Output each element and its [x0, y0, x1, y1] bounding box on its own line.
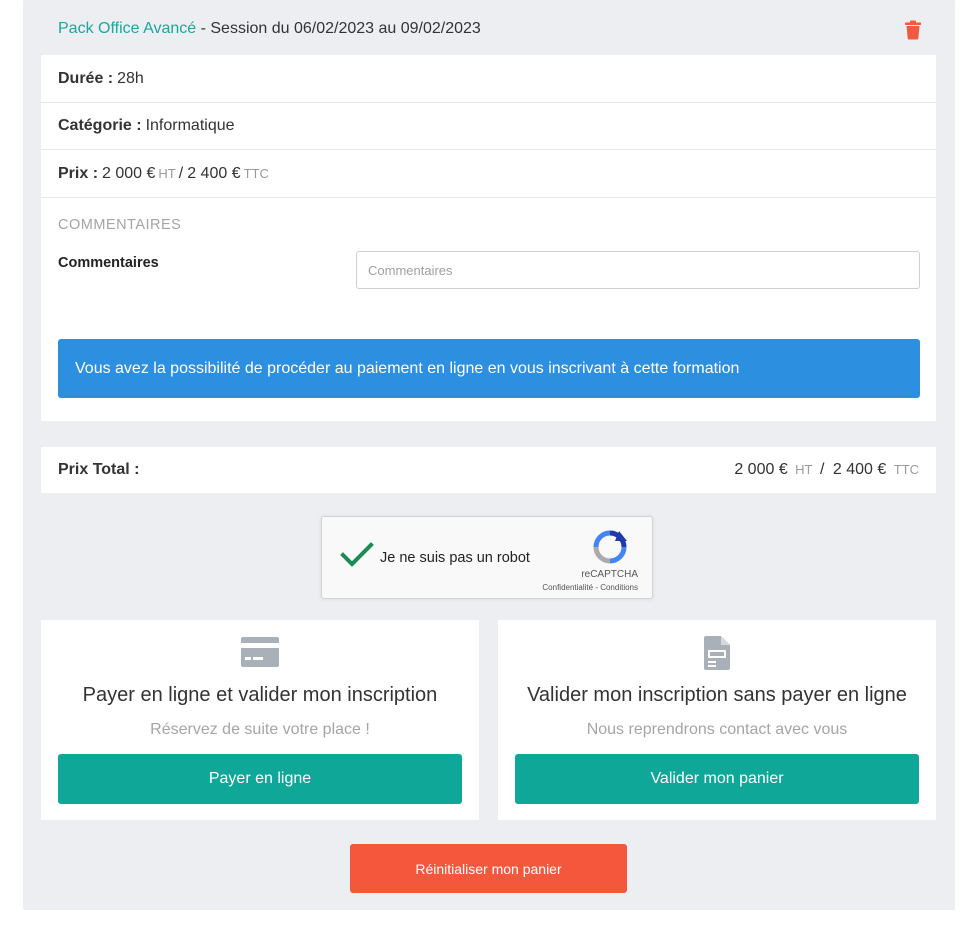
duree-label: Durée :: [58, 69, 114, 87]
pay-online-button[interactable]: Payer en ligne: [58, 754, 462, 804]
recaptcha-logo-icon: [592, 529, 628, 565]
course-name: Pack Office Avancé: [58, 20, 197, 37]
cart-panel: Pack Office Avancé - Session du 06/02/20…: [23, 0, 955, 910]
credit-card-icon: [241, 636, 279, 673]
prix-ht-suffix: HT: [158, 166, 176, 181]
prix-ttc-suffix: TTC: [243, 166, 269, 181]
total-price-bar: Prix Total : 2 000 € HT / 2 400 € TTC: [41, 447, 936, 493]
recaptcha-links[interactable]: Confidentialité - Conditions: [542, 583, 638, 592]
pay-online-option-card: Payer en ligne et valider mon inscriptio…: [41, 620, 479, 820]
prix-separator: /: [178, 164, 184, 182]
validate-cart-option-card: Valider mon inscription sans payer en li…: [498, 620, 936, 820]
pay-online-subtitle: Réservez de suite votre place !: [150, 721, 370, 738]
validate-cart-button[interactable]: Valider mon panier: [515, 754, 919, 804]
duree-value: 28h: [117, 69, 144, 87]
recaptcha-brand: reCAPTCHA: [581, 569, 638, 580]
prix-ht-value: 2 000 €: [102, 164, 156, 182]
total-ht-suffix: HT: [795, 462, 813, 477]
categorie-label: Catégorie :: [58, 116, 142, 134]
document-icon: [704, 636, 730, 675]
online-payment-info-banner: Vous avez la possibilité de procéder au …: [58, 339, 920, 398]
prix-ttc-value: 2 400 €: [187, 164, 241, 182]
checkmark-icon[interactable]: [340, 541, 374, 569]
total-ttc-suffix: TTC: [893, 462, 919, 477]
cart-item-header: Pack Office Avancé - Session du 06/02/20…: [58, 20, 481, 38]
validate-cart-subtitle: Nous reprendrons contact avec vous: [586, 721, 848, 738]
comments-section-title: COMMENTAIRES: [58, 217, 182, 233]
categorie-row: Catégorie : Informatique: [41, 102, 936, 150]
prix-row: Prix : 2 000 € HT / 2 400 € TTC: [41, 150, 936, 198]
comments-input[interactable]: [356, 251, 920, 289]
validate-cart-title: Valider mon inscription sans payer en li…: [527, 684, 907, 706]
comments-label: Commentaires: [58, 255, 159, 271]
course-details-card: Durée : 28h Catégorie : Informatique Pri…: [41, 55, 936, 421]
duree-row: Durée : 28h: [41, 55, 936, 103]
prix-label: Prix :: [58, 164, 99, 182]
recaptcha-widget: Je ne suis pas un robot reCAPTCHA Confid…: [321, 516, 653, 599]
recaptcha-label: Je ne suis pas un robot: [380, 550, 530, 566]
session-text: - Session du 06/02/2023 au 09/02/2023: [196, 20, 481, 37]
categorie-value: Informatique: [145, 116, 235, 134]
pay-online-title: Payer en ligne et valider mon inscriptio…: [82, 684, 438, 706]
total-ttc-value: 2 400 €: [832, 461, 887, 478]
total-separator: /: [819, 461, 825, 478]
reset-cart-button[interactable]: Réinitialiser mon panier: [350, 844, 627, 893]
total-ht-value: 2 000 €: [734, 461, 788, 478]
total-value: 2 000 € HT / 2 400 € TTC: [734, 461, 919, 479]
trash-icon[interactable]: [904, 20, 922, 40]
total-label: Prix Total :: [58, 461, 140, 478]
